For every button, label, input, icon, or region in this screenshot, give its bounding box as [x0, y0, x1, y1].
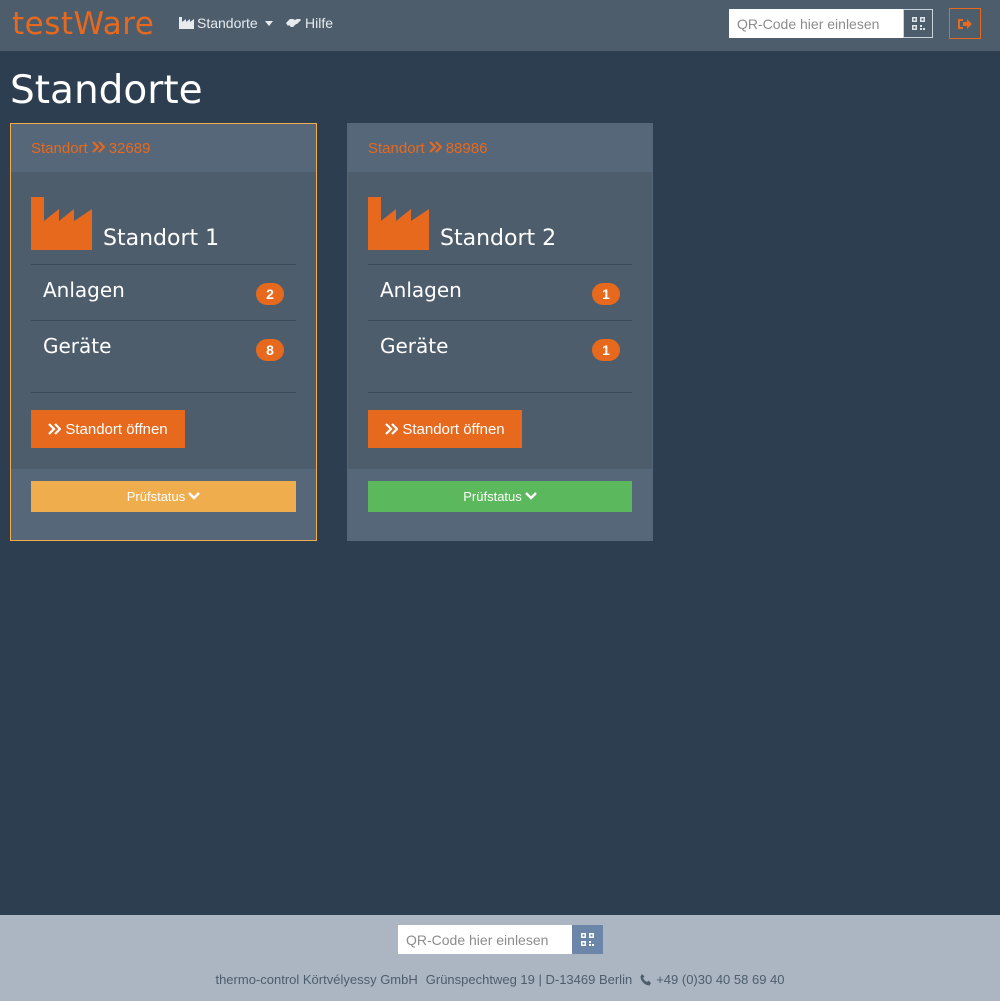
- card-header-label: Standort: [368, 140, 425, 157]
- qr-scan-button[interactable]: [903, 9, 933, 38]
- navbar: testWare Standorte Hilfe: [0, 0, 1000, 51]
- geraete-row: Geräte 1: [368, 320, 632, 376]
- location-name: Standort 1: [103, 226, 220, 251]
- nav-hilfe-label: Hilfe: [305, 15, 334, 31]
- double-chevron-right-icon: [385, 423, 399, 435]
- location-title-row: Standort 1: [31, 197, 296, 253]
- geraete-count-badge: 1: [592, 339, 620, 361]
- factory-icon: [368, 197, 429, 250]
- factory-icon: [31, 197, 92, 250]
- open-location-label: Standort öffnen: [402, 420, 505, 438]
- card-footer: Prüfstatus: [11, 469, 316, 540]
- phone-icon: [640, 973, 652, 985]
- logout-button[interactable]: [949, 8, 981, 39]
- open-location-button[interactable]: Standort öffnen: [368, 410, 522, 448]
- anlagen-label: Anlagen: [380, 278, 462, 302]
- card-header-number: 32689: [108, 140, 151, 157]
- caret-down-icon: [264, 21, 273, 26]
- handshake-icon: [286, 18, 301, 27]
- footer-address: Grünspechtweg 19 | D-13469 Berlin: [425, 972, 633, 987]
- location-title-row: Standort 2: [368, 197, 632, 253]
- anlagen-label: Anlagen: [43, 278, 125, 302]
- sign-out-icon: [958, 18, 972, 29]
- open-location-button[interactable]: Standort öffnen: [31, 410, 185, 448]
- nav-standorte-dropdown[interactable]: Standorte: [179, 15, 273, 31]
- pruefstatus-button[interactable]: Prüfstatus: [368, 481, 632, 512]
- geraete-row: Geräte 8: [31, 320, 296, 376]
- footer-qr-scan-button[interactable]: [572, 925, 603, 954]
- card-header[interactable]: Standort 88986: [348, 124, 652, 172]
- footer-phone-number: +49 (0)30 40 58 69 40: [656, 972, 785, 987]
- location-card: Standort 32689 Standort 1 Anlagen 2 Gerä…: [10, 123, 317, 541]
- anlagen-count-badge: 1: [592, 283, 620, 305]
- qrcode-icon: [581, 933, 594, 946]
- card-header[interactable]: Standort 32689: [11, 124, 316, 172]
- geraete-label: Geräte: [380, 334, 449, 358]
- pruefstatus-label: Prüfstatus: [126, 489, 186, 504]
- divider: [31, 392, 296, 393]
- card-footer: Prüfstatus: [348, 469, 652, 540]
- anlagen-row: Anlagen 1: [368, 264, 632, 320]
- chevron-down-icon: [524, 492, 537, 500]
- nav-standorte-label: Standorte: [197, 15, 258, 31]
- geraete-count-badge: 8: [256, 339, 284, 361]
- pruefstatus-label: Prüfstatus: [463, 489, 522, 504]
- footer-contact-info: thermo-control Körtvélyessy GmbH Grünspe…: [0, 972, 1000, 987]
- qrcode-icon: [911, 17, 925, 30]
- brand-logo[interactable]: testWare: [12, 6, 154, 42]
- page-title: Standorte: [10, 68, 203, 113]
- geraete-label: Geräte: [43, 334, 112, 358]
- anlagen-count-badge: 2: [256, 283, 284, 305]
- industry-icon: [179, 17, 194, 29]
- location-card: Standort 88986 Standort 2 Anlagen 1 Gerä…: [347, 123, 653, 541]
- nav-hilfe-link[interactable]: Hilfe: [285, 15, 333, 31]
- anlagen-row: Anlagen 2: [31, 264, 296, 320]
- card-header-number: 88986: [445, 140, 488, 157]
- double-chevron-right-icon: [428, 141, 442, 153]
- footer-company: thermo-control Körtvélyessy GmbH: [215, 972, 418, 987]
- pruefstatus-button[interactable]: Prüfstatus: [31, 481, 296, 512]
- double-chevron-right-icon: [48, 423, 62, 435]
- location-name: Standort 2: [440, 226, 557, 251]
- footer-qr-search-input[interactable]: [398, 925, 573, 954]
- double-chevron-right-icon: [91, 141, 105, 153]
- footer-phone[interactable]: +49 (0)30 40 58 69 40: [640, 972, 785, 987]
- qr-search-input[interactable]: [729, 9, 904, 38]
- open-location-label: Standort öffnen: [65, 420, 168, 438]
- card-header-label: Standort: [31, 140, 88, 157]
- divider: [368, 392, 632, 393]
- footer: thermo-control Körtvélyessy GmbH Grünspe…: [0, 915, 1000, 1001]
- chevron-down-icon: [188, 492, 201, 500]
